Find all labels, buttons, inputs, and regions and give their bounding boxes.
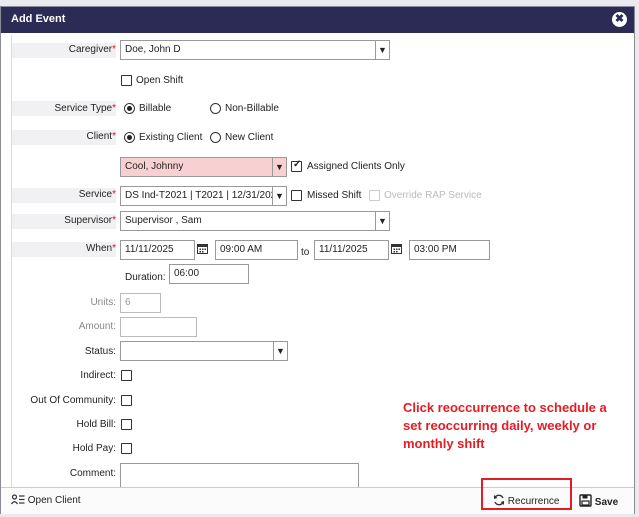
comment-label: Comment: — [69, 468, 116, 479]
amount-input[interactable] — [120, 317, 197, 337]
caregiver-select[interactable]: Doe, John D ▼ — [120, 40, 390, 60]
client-value: Cool, Johnny — [125, 161, 184, 172]
billable-label: Billable — [139, 103, 172, 114]
service-value: DS Ind-T2021 | T2021 | 12/31/2025 — [125, 190, 282, 201]
service-select[interactable]: DS Ind-T2021 | T2021 | 12/31/2025 ▼ — [120, 186, 287, 206]
save-label: Save — [594, 497, 619, 508]
close-icon[interactable]: ✖ — [612, 12, 627, 27]
start-time-input[interactable]: 09:00 AM — [215, 240, 298, 260]
end-time-input[interactable]: 03:00 PM — [409, 240, 490, 260]
client-select[interactable]: Cool, Johnny ▼ — [120, 157, 287, 177]
start-date-value: 11/11/2025 — [125, 244, 174, 255]
add-event-dialog: Add Event ✖ Caregiver* Doe, John D ▼ Ope… — [0, 6, 635, 514]
new-client-radio[interactable] — [210, 132, 221, 143]
supervisor-select[interactable]: Supervisor , Sam ▼ — [120, 211, 390, 231]
start-time-value: 09:00 AM — [220, 244, 263, 255]
chevron-down-icon: ▼ — [272, 187, 286, 205]
open-shift-checkbox[interactable] — [121, 75, 132, 86]
recurrence-highlight-box — [481, 478, 572, 510]
units-input[interactable]: 6 — [120, 293, 161, 313]
out-of-community-label: Out Of Community: — [30, 395, 116, 406]
supervisor-value: Supervisor , Sam — [125, 215, 202, 226]
chevron-down-icon: ▼ — [272, 158, 286, 176]
to-label: to — [301, 247, 310, 258]
hold-bill-checkbox[interactable] — [121, 419, 132, 430]
units-value: 6 — [125, 297, 131, 308]
start-date-input[interactable]: 11/11/2025 — [120, 240, 195, 260]
hold-pay-label: Hold Pay: — [72, 443, 116, 454]
non-billable-label: Non-Billable — [225, 103, 279, 114]
save-button[interactable]: Save — [579, 494, 618, 508]
duration-input[interactable]: 06:00 — [169, 264, 249, 284]
dialog-title: Add Event — [11, 13, 66, 25]
billable-radio[interactable] — [124, 103, 135, 114]
caregiver-value: Doe, John D — [125, 44, 181, 55]
amount-label: Amount: — [78, 321, 116, 332]
units-label: Units: — [90, 297, 116, 308]
caregiver-label: Caregiver* — [68, 44, 116, 55]
dialog-titlebar: Add Event ✖ — [1, 7, 634, 33]
chevron-down-icon: ▼ — [375, 212, 389, 230]
chevron-down-icon: ▼ — [273, 342, 287, 360]
end-date-input[interactable]: 11/11/2025 — [314, 240, 389, 260]
chevron-down-icon: ▼ — [375, 41, 389, 59]
status-select[interactable]: ▼ — [120, 341, 288, 361]
indirect-checkbox[interactable] — [121, 370, 132, 381]
hold-bill-label: Hold Bill: — [76, 419, 116, 430]
end-time-value: 03:00 PM — [414, 244, 457, 255]
service-label: Service* — [78, 189, 116, 200]
when-label: When* — [85, 243, 116, 254]
existing-client-label: Existing Client — [139, 132, 203, 143]
status-label: Status: — [84, 346, 116, 357]
duration-label: Duration: — [125, 272, 166, 283]
end-date-value: 11/11/2025 — [319, 244, 368, 255]
indirect-label: Indirect: — [80, 370, 116, 381]
save-icon — [579, 494, 592, 507]
service-type-label: Service Type* — [54, 103, 116, 114]
recurrence-annotation: Click reoccurrence to schedule a set reo… — [403, 400, 607, 451]
assigned-clients-only-label: Assigned Clients Only — [307, 161, 405, 172]
open-client-button[interactable]: Open Client — [11, 494, 81, 506]
override-rap-label: Override RAP Service — [384, 190, 482, 201]
assigned-clients-only-checkbox[interactable] — [291, 159, 302, 172]
open-shift-label: Open Shift — [136, 75, 184, 86]
existing-client-radio[interactable] — [124, 132, 135, 143]
non-billable-radio[interactable] — [210, 103, 221, 114]
contact-card-icon — [11, 494, 25, 505]
client-label: Client* — [86, 131, 116, 142]
duration-value: 06:00 — [174, 268, 200, 279]
comment-textarea[interactable] — [120, 463, 359, 487]
open-client-label: Open Client — [27, 495, 81, 506]
supervisor-label: Supervisor* — [64, 215, 116, 226]
missed-shift-label: Missed Shift — [307, 190, 362, 201]
override-rap-checkbox[interactable] — [369, 190, 380, 201]
calendar-icon[interactable] — [391, 243, 402, 254]
missed-shift-checkbox[interactable] — [291, 190, 302, 201]
out-of-community-checkbox[interactable] — [121, 395, 132, 406]
calendar-icon[interactable] — [197, 243, 208, 254]
hold-pay-checkbox[interactable] — [121, 443, 132, 454]
new-client-label: New Client — [225, 132, 274, 143]
